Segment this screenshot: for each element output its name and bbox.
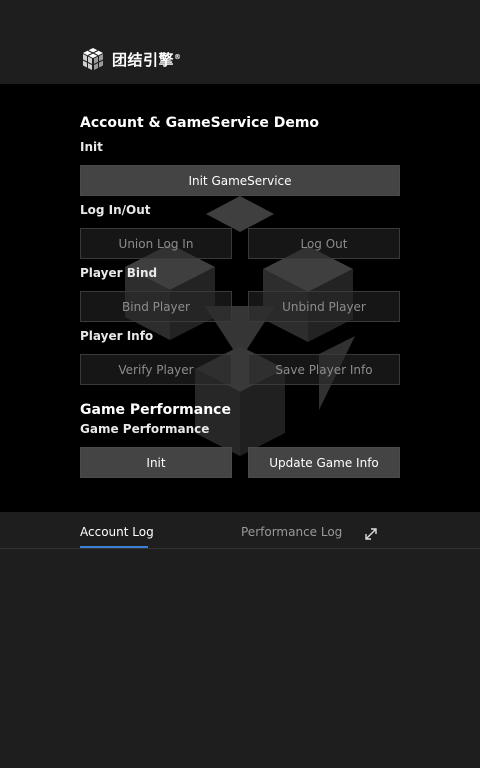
logout-button[interactable]: Log Out [248, 228, 400, 259]
log-output-area [0, 550, 480, 768]
bind-player-button[interactable]: Bind Player [80, 291, 232, 322]
player-bind-label: Player Bind [80, 266, 158, 280]
demo-panel: Account & GameService Demo Init Init Gam… [0, 84, 480, 512]
save-player-info-button[interactable]: Save Player Info [248, 354, 400, 385]
tab-account-log[interactable]: Account Log [80, 525, 154, 539]
expand-icon[interactable] [363, 526, 379, 542]
init-gameservice-button[interactable]: Init GameService [80, 165, 400, 196]
cube-background-art [125, 196, 355, 456]
player-info-label: Player Info [80, 329, 154, 343]
demo-title: Account & GameService Demo [80, 115, 320, 131]
tab-performance-log[interactable]: Performance Log [241, 525, 342, 539]
performance-init-button[interactable]: Init [80, 447, 232, 478]
active-tab-indicator [80, 546, 148, 548]
log-tabs: Account Log Performance Log [0, 512, 480, 549]
brand-name: 团结引擎® [112, 50, 182, 69]
log-panel: Account Log Performance Log [0, 512, 480, 768]
unbind-player-button[interactable]: Unbind Player [248, 291, 400, 322]
union-login-button[interactable]: Union Log In [80, 228, 232, 259]
top-bar: 团结引擎® [0, 0, 480, 84]
verify-player-button[interactable]: Verify Player [80, 354, 232, 385]
login-label: Log In/Out [80, 203, 151, 217]
cube-logo-icon [82, 48, 104, 70]
brand-logo: 团结引擎® [80, 46, 182, 72]
game-performance-title: Game Performance [80, 402, 231, 418]
init-label: Init [80, 140, 103, 154]
game-performance-label: Game Performance [80, 422, 210, 436]
update-game-info-button[interactable]: Update Game Info [248, 447, 400, 478]
